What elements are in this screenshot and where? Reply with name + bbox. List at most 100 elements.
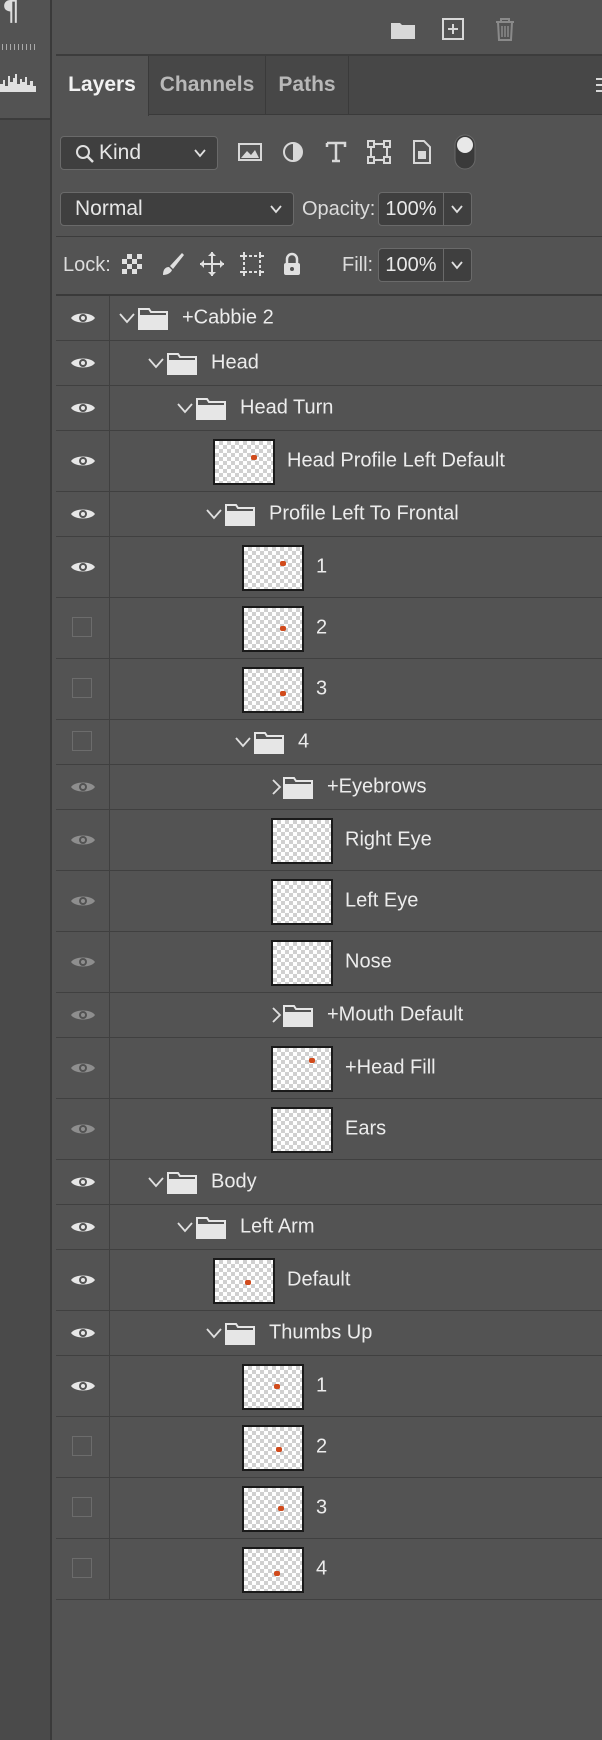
layer-group-row[interactable]: Head [56,341,602,386]
filter-shape-icon[interactable] [365,138,393,166]
thumbnail-artwork [309,1058,315,1063]
visibility-toggle[interactable] [56,1311,110,1355]
lock-all-icon[interactable] [278,250,306,278]
chevron-down-icon[interactable] [147,1173,165,1191]
blend-mode-dropdown[interactable]: Normal [60,192,294,226]
chevron-down-icon[interactable] [205,505,223,523]
opacity-dropdown-button[interactable] [444,192,472,226]
visibility-toggle[interactable] [56,341,110,385]
chevron-down-icon[interactable] [176,1218,194,1236]
layer-row[interactable]: 2 [56,598,602,659]
lock-position-icon[interactable] [198,250,226,278]
visibility-toggle[interactable] [56,1250,110,1310]
visibility-toggle[interactable] [56,1205,110,1249]
thumbnail-artwork [278,1506,284,1511]
tab-paths[interactable]: Paths [266,56,349,114]
new-layer-icon[interactable] [438,14,468,44]
layer-row[interactable]: Head Profile Left Default [56,431,602,492]
layer-name: Head [211,351,259,374]
visibility-toggle[interactable] [56,431,110,491]
chevron-down-icon[interactable] [176,399,194,417]
visibility-toggle[interactable] [56,386,110,430]
visibility-toggle[interactable] [56,871,110,931]
layer-name: 1 [316,1374,328,1397]
layer-row[interactable]: 3 [56,659,602,720]
visibility-toggle[interactable] [56,537,110,597]
layer-group-row[interactable]: Thumbs Up [56,1311,602,1356]
visibility-toggle[interactable] [56,1038,110,1098]
layer-name: +Head Fill [345,1056,436,1079]
layer-row[interactable]: Nose [56,932,602,993]
visibility-toggle[interactable] [56,659,110,719]
opacity-input[interactable]: 100% [378,192,444,226]
filter-adjustment-icon[interactable] [279,138,307,166]
lock-artboard-icon[interactable] [238,250,266,278]
layer-row[interactable]: Right Eye [56,810,602,871]
visibility-off-box [72,1558,92,1578]
layer-group-row[interactable]: Body [56,1160,602,1205]
layer-thumbnail [271,818,333,864]
visibility-toggle[interactable] [56,1099,110,1159]
visibility-toggle[interactable] [56,492,110,536]
visibility-toggle[interactable] [56,932,110,992]
layer-row[interactable]: Default [56,1250,602,1311]
filter-type-icon[interactable] [322,138,350,166]
visibility-toggle[interactable] [56,1160,110,1204]
layer-group-row[interactable]: +Mouth Default [56,993,602,1038]
layer-row[interactable]: +Head Fill [56,1038,602,1099]
layer-row[interactable]: 4 [56,1539,602,1600]
layer-row[interactable]: 1 [56,1356,602,1417]
paragraph-icon[interactable]: ¶ [2,0,20,27]
fill-input[interactable]: 100% [378,248,444,282]
chevron-down-icon [451,205,463,214]
layer-thumbnail [271,940,333,986]
chevron-down-icon[interactable] [118,309,136,327]
trash-icon[interactable] [490,14,520,44]
eye-icon [71,1328,95,1338]
layer-group-row[interactable]: Profile Left To Frontal [56,492,602,537]
folder-icon [283,1005,313,1027]
chevron-down-icon[interactable] [147,354,165,372]
eye-icon [71,1222,95,1232]
chevron-down-icon[interactable] [234,733,252,751]
visibility-toggle[interactable] [56,1539,110,1599]
new-group-icon[interactable] [388,14,418,44]
histogram-icon[interactable] [0,70,36,92]
layer-name: Profile Left To Frontal [269,502,459,525]
layer-row[interactable]: 2 [56,1417,602,1478]
visibility-toggle[interactable] [56,598,110,658]
filter-kind-dropdown[interactable]: Kind [60,136,218,170]
tab-layers[interactable]: Layers [56,56,149,116]
filter-toggle-switch[interactable] [454,134,476,170]
thumbnail-artwork [274,1571,280,1576]
lock-image-pixels-icon[interactable] [158,250,186,278]
filter-pixel-icon[interactable] [236,138,264,166]
visibility-toggle[interactable] [56,810,110,870]
layer-row[interactable]: Left Eye [56,871,602,932]
tab-channels[interactable]: Channels [149,56,266,114]
layer-row[interactable]: 3 [56,1478,602,1539]
folder-icon [225,1323,255,1345]
thumbnail-artwork [245,1280,251,1285]
visibility-toggle[interactable] [56,1478,110,1538]
panel-menu-icon[interactable] [594,74,602,96]
layer-group-row[interactable]: +Eyebrows [56,765,602,810]
visibility-toggle[interactable] [56,993,110,1037]
layer-group-row[interactable]: +Cabbie 2 [56,296,602,341]
visibility-toggle[interactable] [56,720,110,764]
visibility-toggle[interactable] [56,765,110,809]
lock-transparent-pixels-icon[interactable] [118,250,146,278]
layer-group-row[interactable]: Head Turn [56,386,602,431]
visibility-toggle[interactable] [56,1417,110,1477]
layer-group-row[interactable]: 4 [56,720,602,765]
fill-dropdown-button[interactable] [444,248,472,282]
visibility-toggle[interactable] [56,296,110,340]
chevron-down-icon[interactable] [205,1324,223,1342]
layer-name: Thumbs Up [269,1321,373,1344]
filter-kind-label: Kind [99,141,142,164]
layer-group-row[interactable]: Left Arm [56,1205,602,1250]
layer-row[interactable]: Ears [56,1099,602,1160]
filter-smart-object-icon[interactable] [408,138,436,166]
layer-row[interactable]: 1 [56,537,602,598]
visibility-toggle[interactable] [56,1356,110,1416]
